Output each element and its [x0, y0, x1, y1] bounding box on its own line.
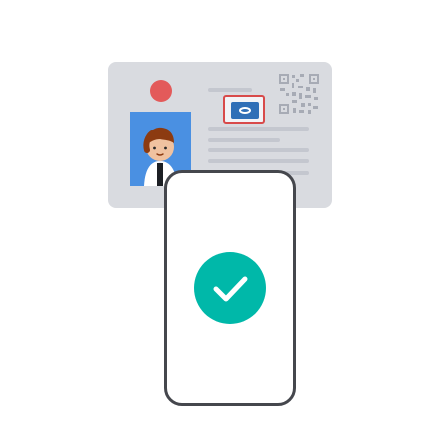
card-line — [208, 159, 309, 163]
chip-eye — [239, 107, 251, 114]
card-line — [208, 88, 252, 92]
card-line — [208, 127, 309, 131]
chip-icon — [223, 95, 265, 124]
verification-illustration — [0, 0, 440, 440]
qr-code-icon — [278, 73, 320, 115]
card-line — [208, 148, 309, 152]
status-dot — [150, 80, 172, 102]
card-line — [208, 138, 280, 142]
chip-core — [231, 102, 259, 119]
check-icon — [194, 252, 266, 324]
